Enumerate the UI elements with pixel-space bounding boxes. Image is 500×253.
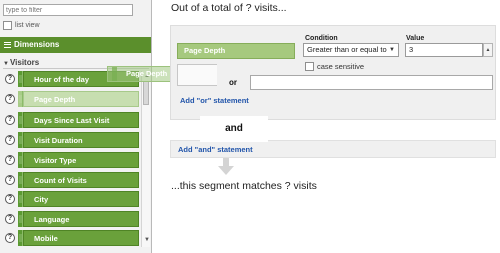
dimension-pill[interactable]: Language (23, 211, 139, 227)
case-sensitive-checkbox[interactable] (305, 62, 314, 71)
dimensions-panel: list view Dimensions ▼Visitors ? Hour of… (0, 0, 152, 253)
or-drop-zone[interactable] (250, 75, 493, 90)
segment-title: Out of a total of ? visits... (171, 2, 287, 14)
help-icon[interactable]: ? (5, 94, 15, 104)
list-icon (4, 42, 11, 48)
list-view-checkbox[interactable] (3, 21, 12, 30)
add-or-statement-link[interactable]: Add "or" statement (180, 96, 249, 105)
drag-ghost-label: Page Depth (126, 69, 168, 78)
dimension-item[interactable]: ? Language (0, 211, 140, 227)
value-label: Value (406, 35, 425, 42)
dimension-item[interactable]: ? Visitor Type (0, 152, 140, 168)
dimensions-header[interactable]: Dimensions (0, 37, 151, 53)
help-icon[interactable]: ? (5, 194, 15, 204)
filter-input[interactable] (3, 4, 133, 16)
down-arrow-icon (218, 158, 234, 175)
dimension-item[interactable]: ? City (0, 191, 140, 207)
drag-handle-icon (112, 67, 117, 81)
dimension-item[interactable]: ? Visit Duration (0, 132, 140, 148)
add-and-statement-link[interactable]: Add "and" statement (178, 145, 253, 154)
case-sensitive-label: case sensitive (317, 62, 365, 71)
scroll-thumb[interactable] (143, 81, 149, 105)
dimension-item-selected[interactable]: ? Page Depth (0, 91, 140, 107)
help-icon[interactable]: ? (5, 135, 15, 145)
dimension-list-scrollbar[interactable]: ▲ ▼ (141, 71, 150, 247)
dimension-pill[interactable]: Page Depth (23, 91, 139, 107)
dimension-pill[interactable]: Mobile (23, 230, 139, 246)
dimension-pill[interactable]: Days Since Last Visit (23, 112, 139, 128)
dropdown-arrow-icon: ▼ (389, 47, 395, 53)
help-icon[interactable]: ? (5, 115, 15, 125)
visitors-group-label: Visitors (9, 58, 40, 67)
condition-select-value: Greater than or equal to (307, 45, 387, 54)
dimension-item[interactable]: ? Mobile (0, 230, 140, 246)
or-drop-zone-left[interactable] (177, 64, 217, 86)
dimension-pill[interactable]: Visitor Type (23, 152, 139, 168)
help-icon[interactable]: ? (5, 74, 15, 84)
dimension-pill-page-depth[interactable]: Page Depth (177, 43, 295, 59)
and-label: and (200, 116, 268, 142)
or-label: or (229, 78, 237, 87)
help-icon[interactable]: ? (5, 233, 15, 243)
scroll-down-arrow-icon[interactable]: ▼ (144, 237, 150, 243)
condition-select[interactable]: Greater than or equal to ▼ (303, 43, 399, 57)
dimensions-header-label: Dimensions (14, 40, 60, 49)
dimension-pill[interactable]: Count of Visits (23, 172, 139, 188)
segment-match-summary: ...this segment matches ? visits (171, 180, 317, 192)
value-input[interactable]: 3 (405, 43, 483, 57)
collapse-triangle-icon: ▼ (3, 61, 9, 67)
value-spinner-icon[interactable]: ▲ (483, 43, 493, 57)
help-icon[interactable]: ? (5, 214, 15, 224)
help-icon[interactable]: ? (5, 175, 15, 185)
list-view-label: list view (15, 22, 40, 29)
condition-label: Condition (305, 35, 338, 42)
dimension-pill[interactable]: City (23, 191, 139, 207)
dimension-pill[interactable]: Visit Duration (23, 132, 139, 148)
help-icon[interactable]: ? (5, 155, 15, 165)
dimension-item[interactable]: ? Days Since Last Visit (0, 112, 140, 128)
dimension-item[interactable]: ? Count of Visits (0, 172, 140, 188)
